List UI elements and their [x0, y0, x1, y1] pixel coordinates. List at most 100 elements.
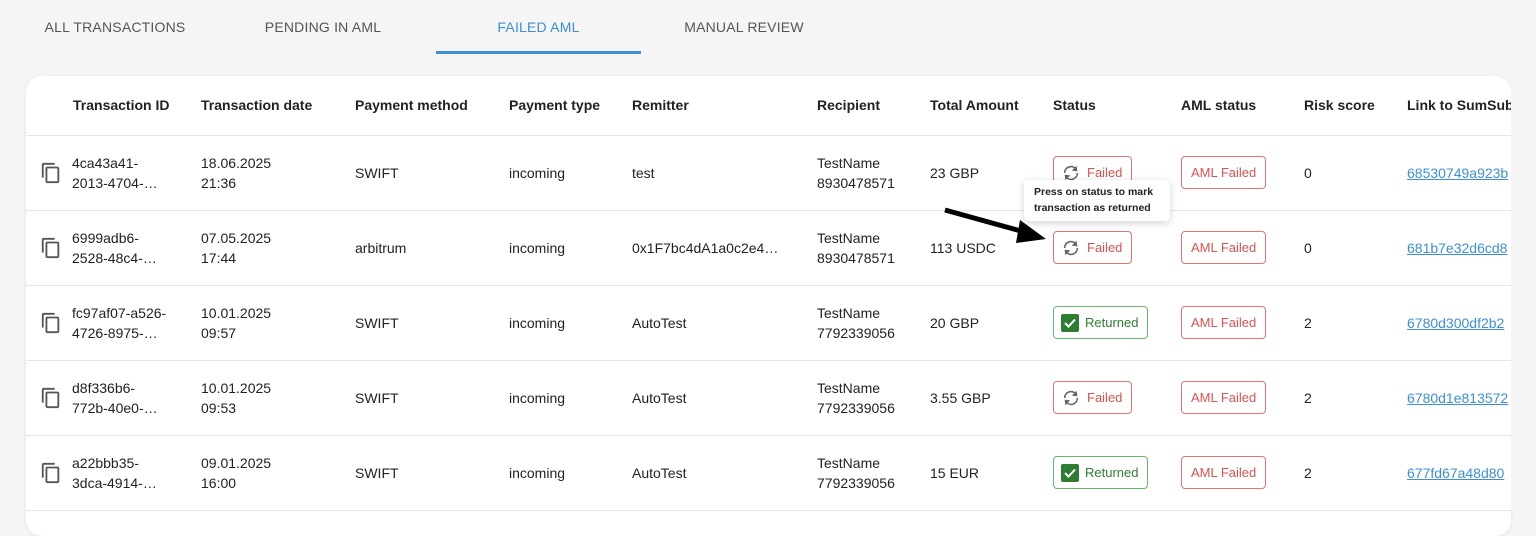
remitter-text: 0x1F7bc4dA1a0c2e4…: [632, 239, 779, 256]
cell-recipient: TestName 8930478571: [805, 210, 918, 286]
transaction-id-line2: 4726-8975-…: [72, 324, 158, 341]
cell-risk-score: 2: [1292, 360, 1395, 436]
transaction-time: 09:53: [201, 399, 237, 416]
transaction-id-line1: 6999adb6-: [72, 229, 139, 246]
cell-aml-status: AML Failed: [1169, 135, 1292, 211]
refresh-icon: [1063, 240, 1079, 255]
column-header-link-to-sumsub[interactable]: Link to SumSub: [1395, 76, 1511, 136]
copy-icon[interactable]: [40, 462, 62, 484]
sumsub-link[interactable]: 681b7e32d6cd8: [1407, 240, 1507, 256]
sumsub-link[interactable]: 68530749a923b: [1407, 165, 1508, 181]
column-header-aml-status[interactable]: AML status: [1169, 76, 1292, 136]
table-row[interactable]: d8f336b6- 772b-40e0-… 10.01.2025 09:53 SWIFT…: [26, 360, 1511, 436]
cell-transaction-id: a22bbb35- 3dca-4914-…: [26, 435, 189, 511]
column-header-risk-score[interactable]: Risk score: [1292, 76, 1395, 136]
status-badge-button[interactable]: Failed: [1053, 381, 1133, 414]
column-header-remitter[interactable]: Remitter: [620, 76, 805, 136]
table-row[interactable]: 6999adb6- 2528-48c4-… 07.05.2025 17:44 arbit…: [26, 210, 1511, 286]
tab-all-transactions[interactable]: ALL TRANSACTIONS: [20, 0, 210, 54]
recipient-name: TestName: [817, 304, 881, 321]
cell-status: Failed: [1041, 360, 1169, 436]
cell-transaction-id: 6999adb6- 2528-48c4-…: [26, 210, 189, 286]
status-badge-button[interactable]: Returned: [1053, 456, 1149, 489]
status-badge-button[interactable]: Returned: [1053, 306, 1149, 339]
copy-icon[interactable]: [40, 312, 62, 334]
recipient-name: TestName: [817, 454, 881, 471]
sumsub-link[interactable]: 6780d300df2b2: [1407, 315, 1504, 331]
cell-total-amount: 20 GBP: [918, 285, 1041, 361]
cell-remitter: AutoTest: [620, 285, 805, 361]
aml-status-badge[interactable]: AML Failed: [1181, 456, 1267, 489]
transaction-id-line1: d8f336b6-: [72, 379, 136, 396]
remitter-text: AutoTest: [632, 389, 687, 406]
cell-aml-status: AML Failed: [1169, 285, 1292, 361]
column-header-recipient[interactable]: Recipient: [805, 76, 918, 136]
cell-transaction-date: 10.01.2025 09:57: [189, 285, 343, 361]
column-header-transaction-id[interactable]: Transaction ID: [26, 76, 189, 136]
aml-status-badge[interactable]: AML Failed: [1181, 231, 1267, 264]
recipient-id: 7792339056: [817, 324, 895, 341]
cell-risk-score: 2: [1292, 285, 1395, 361]
transaction-id-line2: 772b-40e0-…: [72, 399, 158, 416]
tab-bar: ALL TRANSACTIONS PENDING IN AML FAILED A…: [20, 0, 847, 54]
recipient-name: TestName: [817, 379, 881, 396]
transactions-table: Transaction ID Transaction date Payment …: [26, 76, 1511, 511]
recipient-name: TestName: [817, 154, 881, 171]
cell-remitter: AutoTest: [620, 435, 805, 511]
cell-aml-status: AML Failed: [1169, 435, 1292, 511]
cell-payment-method: SWIFT: [343, 435, 497, 511]
cell-payment-method: arbitrum: [343, 210, 497, 286]
sumsub-link[interactable]: 6780d1e813572: [1407, 390, 1508, 406]
cell-transaction-date: 18.06.2025 21:36: [189, 135, 343, 211]
table-row[interactable]: 4ca43a41- 2013-4704-… 18.06.2025 21:36 SWIFT…: [26, 135, 1511, 211]
column-header-total-amount[interactable]: Total Amount: [918, 76, 1041, 136]
cell-payment-method: SWIFT: [343, 285, 497, 361]
refresh-icon: [1063, 390, 1079, 405]
column-header-status[interactable]: Status: [1041, 76, 1169, 136]
column-header-transaction-date[interactable]: Transaction date: [189, 76, 343, 136]
aml-status-badge[interactable]: AML Failed: [1181, 381, 1267, 414]
column-header-payment-type[interactable]: Payment type: [497, 76, 620, 136]
table-header-row: Transaction ID Transaction date Payment …: [26, 76, 1511, 136]
cell-payment-method: SWIFT: [343, 135, 497, 211]
cell-sumsub-link: 68530749a923b: [1395, 135, 1511, 211]
aml-status-badge[interactable]: AML Failed: [1181, 306, 1267, 339]
tab-failed-aml[interactable]: FAILED AML: [436, 0, 641, 54]
cell-recipient: TestName 7792339056: [805, 360, 918, 436]
table-row[interactable]: a22bbb35- 3dca-4914-… 09.01.2025 16:00 SWIFT…: [26, 435, 1511, 511]
cell-status: Returned: [1041, 435, 1169, 511]
transaction-time: 09:57: [201, 324, 237, 341]
aml-status-badge[interactable]: AML Failed: [1181, 156, 1267, 189]
cell-transaction-date: 09.01.2025 16:00: [189, 435, 343, 511]
table-edge-mask: [1511, 76, 1536, 512]
transaction-time: 21:36: [201, 174, 237, 191]
transactions-table-card: Transaction ID Transaction date Payment …: [26, 76, 1511, 536]
table-row[interactable]: fc97af07-a526- 4726-8975-… 10.01.2025 09:57…: [26, 285, 1511, 361]
copy-icon[interactable]: [40, 387, 62, 409]
column-header-payment-method[interactable]: Payment method: [343, 76, 497, 136]
transaction-id-line1: fc97af07-a526-: [72, 304, 167, 321]
cell-recipient: TestName 7792339056: [805, 435, 918, 511]
cell-payment-type: incoming: [497, 435, 620, 511]
cell-payment-type: incoming: [497, 360, 620, 436]
copy-icon[interactable]: [40, 162, 62, 184]
remitter-text: AutoTest: [632, 464, 687, 481]
cell-total-amount: 3.55 GBP: [918, 360, 1041, 436]
cell-payment-type: incoming: [497, 135, 620, 211]
cell-sumsub-link: 6780d300df2b2: [1395, 285, 1511, 361]
status-badge-button[interactable]: Failed: [1053, 231, 1133, 264]
cell-aml-status: AML Failed: [1169, 360, 1292, 436]
tab-pending-in-aml[interactable]: PENDING IN AML: [210, 0, 436, 54]
transaction-date: 09.01.2025: [201, 454, 272, 471]
copy-icon[interactable]: [40, 237, 62, 259]
status-label: Failed: [1087, 165, 1123, 180]
tab-manual-review[interactable]: MANUAL REVIEW: [641, 0, 847, 54]
transaction-time: 17:44: [201, 249, 237, 266]
remitter-text: AutoTest: [632, 314, 687, 331]
sumsub-link[interactable]: 677fd67a48d80: [1407, 465, 1504, 481]
status-label: Returned: [1085, 465, 1139, 480]
transaction-date: 10.01.2025: [201, 379, 272, 396]
transaction-date: 07.05.2025: [201, 229, 272, 246]
cell-transaction-date: 07.05.2025 17:44: [189, 210, 343, 286]
cell-sumsub-link: 681b7e32d6cd8: [1395, 210, 1511, 286]
